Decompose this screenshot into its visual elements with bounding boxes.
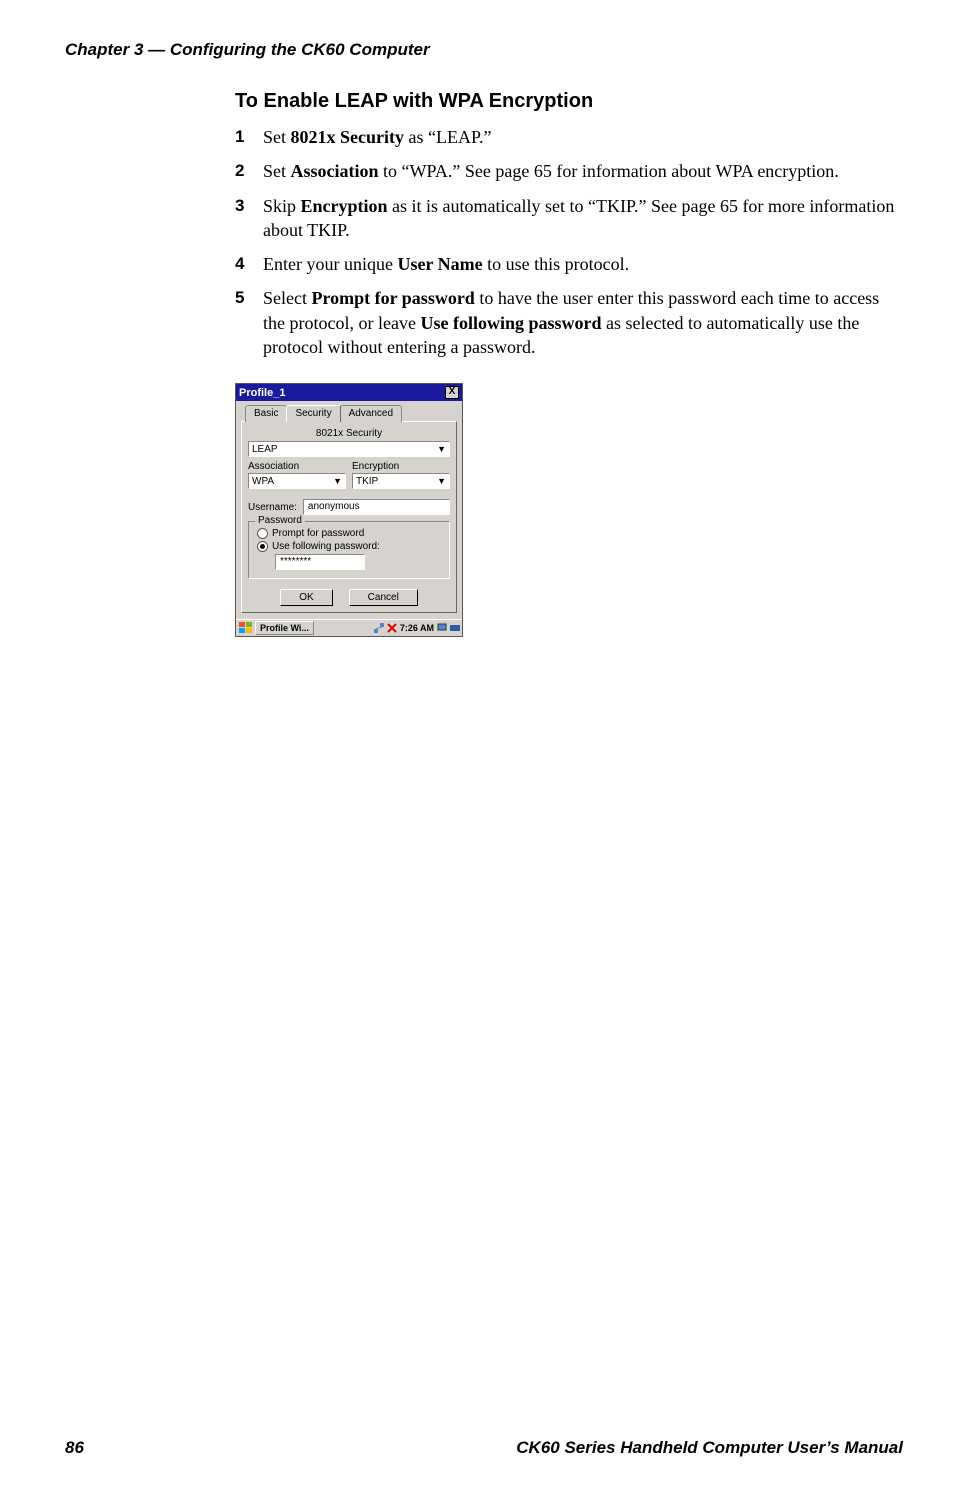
password-group-title: Password — [255, 515, 305, 526]
step-3: Skip Encryption as it is automatically s… — [235, 194, 895, 243]
tab-basic[interactable]: Basic — [245, 405, 287, 422]
steps-list: Set 8021x Security as “LEAP.” Set Associ… — [235, 125, 895, 359]
radio-icon — [257, 541, 268, 552]
window-titlebar[interactable]: Profile_1 X — [236, 384, 462, 401]
section-title: To Enable LEAP with WPA Encryption — [235, 90, 895, 113]
chevron-down-icon: ▼ — [437, 444, 446, 454]
radio-use-following[interactable]: Use following password: — [257, 541, 441, 552]
tab-strip: Basic Security Advanced — [245, 405, 457, 422]
keyboard-icon[interactable] — [450, 623, 460, 633]
password-groupbox: Password Prompt for password Use followi… — [248, 521, 450, 579]
window-title: Profile_1 — [239, 387, 285, 399]
security-label: 8021x Security — [248, 428, 450, 439]
radio-prompt-label: Prompt for password — [272, 528, 364, 539]
window-body: Basic Security Advanced 8021x Security L… — [236, 401, 462, 619]
start-icon[interactable] — [238, 621, 252, 635]
password-input[interactable]: ******** — [275, 554, 365, 570]
bold-user-name: User Name — [397, 254, 482, 274]
bold-encryption: Encryption — [301, 196, 388, 216]
taskbar: Profile Wi... 7:26 AM — [236, 619, 462, 636]
page-number: 86 — [65, 1438, 84, 1458]
security-value: LEAP — [252, 444, 278, 455]
encryption-label: Encryption — [352, 461, 450, 472]
close-button[interactable]: X — [445, 386, 459, 399]
chevron-down-icon: ▼ — [437, 476, 446, 486]
wifi-off-icon[interactable] — [387, 623, 397, 633]
taskbar-app[interactable]: Profile Wi... — [255, 621, 314, 635]
system-tray: 7:26 AM — [374, 623, 460, 633]
bold-association: Association — [291, 161, 379, 181]
bold-use-following-password: Use following password — [420, 313, 601, 333]
tab-advanced[interactable]: Advanced — [340, 405, 402, 422]
bold-8021x-security: 8021x Security — [291, 127, 404, 147]
step-1: Set 8021x Security as “LEAP.” — [235, 125, 895, 149]
page-footer: 86 CK60 Series Handheld Computer User’s … — [65, 1438, 903, 1458]
username-label: Username: — [248, 502, 297, 513]
manual-title: CK60 Series Handheld Computer User’s Man… — [516, 1438, 903, 1458]
association-combo[interactable]: WPA ▼ — [248, 473, 346, 489]
page-header: Chapter 3 — Configuring the CK60 Compute… — [65, 40, 430, 60]
embedded-screenshot: Profile_1 X Basic Security Advanced 8021… — [235, 383, 895, 637]
association-label: Association — [248, 461, 346, 472]
step-2: Set Association to “WPA.” See page 65 fo… — [235, 159, 895, 183]
content-area: To Enable LEAP with WPA Encryption Set 8… — [235, 90, 895, 637]
cancel-button[interactable]: Cancel — [349, 589, 418, 606]
security-combo[interactable]: LEAP ▼ — [248, 441, 450, 457]
step-5: Select Prompt for password to have the u… — [235, 286, 895, 359]
chevron-down-icon: ▼ — [333, 476, 342, 486]
encryption-combo[interactable]: TKIP ▼ — [352, 473, 450, 489]
network-icon[interactable] — [374, 623, 384, 633]
step-4: Enter your unique User Name to use this … — [235, 252, 895, 276]
radio-prompt-password[interactable]: Prompt for password — [257, 528, 441, 539]
association-value: WPA — [252, 476, 274, 487]
ok-button[interactable]: OK — [280, 589, 332, 606]
clock: 7:26 AM — [400, 623, 434, 633]
encryption-value: TKIP — [356, 476, 378, 487]
desktop-icon[interactable] — [437, 623, 447, 633]
tab-security[interactable]: Security — [286, 405, 340, 422]
security-tab-pane: 8021x Security LEAP ▼ Association WPA ▼ — [241, 421, 457, 613]
username-input[interactable]: anonymous — [303, 499, 450, 515]
bold-prompt-for-password: Prompt for password — [311, 288, 474, 308]
radio-use-label: Use following password: — [272, 541, 380, 552]
radio-icon — [257, 528, 268, 539]
profile-window: Profile_1 X Basic Security Advanced 8021… — [235, 383, 463, 637]
